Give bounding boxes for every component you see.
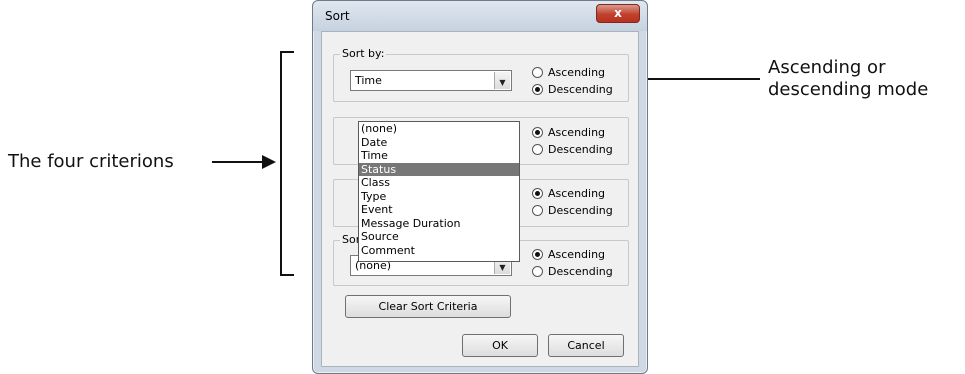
dropdown-option[interactable]: Type [359,190,519,204]
criteria-bracket [280,51,294,276]
then-by-1-ascending-radio[interactable]: Ascending [532,126,605,140]
then-by-1-descending-label: Descending [548,143,613,156]
then-by-1-descending-radio[interactable]: Descending [532,143,613,157]
sort-last-by-descending-label: Descending [548,265,613,278]
sort-by-descending-radio[interactable]: Descending [532,83,613,97]
dropdown-option[interactable]: Date [359,136,519,150]
dropdown-option[interactable]: Event [359,203,519,217]
sort-by-label: Sort by: [340,47,387,60]
dropdown-option[interactable]: Time [359,149,519,163]
dropdown-option[interactable]: Source [359,230,519,244]
radio-off-icon [532,144,543,155]
sort-by-combo-button[interactable]: ▼ [494,72,510,89]
radio-on-icon [532,188,543,199]
mode-annotation-line2: descending mode [768,79,929,100]
sort-dialog: Sort x Sort by: Time ▼ Ascending Descend… [312,0,648,374]
sort-last-by-ascending-radio[interactable]: Ascending [532,248,605,262]
radio-on-icon [532,84,543,95]
then-by-2-ascending-radio[interactable]: Ascending [532,187,605,201]
radio-on-icon [532,127,543,138]
clear-sort-criteria-button[interactable]: Clear Sort Criteria [345,295,511,318]
criteria-arrowhead-icon [262,155,276,169]
sort-last-by-ascending-label: Ascending [548,248,606,261]
cancel-button[interactable]: Cancel [548,334,624,357]
chevron-down-icon: ▼ [499,78,506,87]
sort-by-combo-value: Time [355,74,382,87]
dialog-title: Sort [325,9,350,23]
title-bar[interactable]: Sort x [313,1,647,31]
mode-annotation-line1: Ascending or [768,57,886,78]
criteria-annotation-arrow [212,161,268,163]
dropdown-option[interactable]: Message Duration [359,217,519,231]
close-icon: x [614,6,622,20]
dropdown-option[interactable]: Class [359,176,519,190]
sort-by-descending-label: Descending [548,83,613,96]
then-by-2-descending-radio[interactable]: Descending [532,204,613,218]
mode-annotation-label: Ascending or descending mode [768,57,928,101]
radio-off-icon [532,67,543,78]
ok-button[interactable]: OK [462,334,538,357]
dropdown-option-highlighted[interactable]: Status [359,162,519,176]
sort-by-dropdown-list[interactable]: (none) Date Time Status Class Type Event… [358,121,520,262]
then-by-2-ascending-label: Ascending [548,187,606,200]
chevron-down-icon: ▼ [499,263,506,272]
then-by-1-ascending-label: Ascending [548,126,606,139]
sort-by-ascending-radio[interactable]: Ascending [532,66,605,80]
radio-on-icon [532,249,543,260]
criteria-annotation-label: The four criterions [8,151,174,172]
then-by-2-descending-label: Descending [548,204,613,217]
radio-off-icon [532,266,543,277]
dropdown-option[interactable]: (none) [359,122,519,136]
dialog-client-area: Sort by: Time ▼ Ascending Descending Asc… [321,31,639,367]
close-button[interactable]: x [596,4,640,23]
sort-by-combo[interactable]: Time ▼ [350,70,512,91]
sort-last-by-descending-radio[interactable]: Descending [532,265,613,279]
dropdown-option[interactable]: Comment [359,244,519,258]
sort-by-ascending-label: Ascending [548,66,606,79]
radio-off-icon [532,205,543,216]
